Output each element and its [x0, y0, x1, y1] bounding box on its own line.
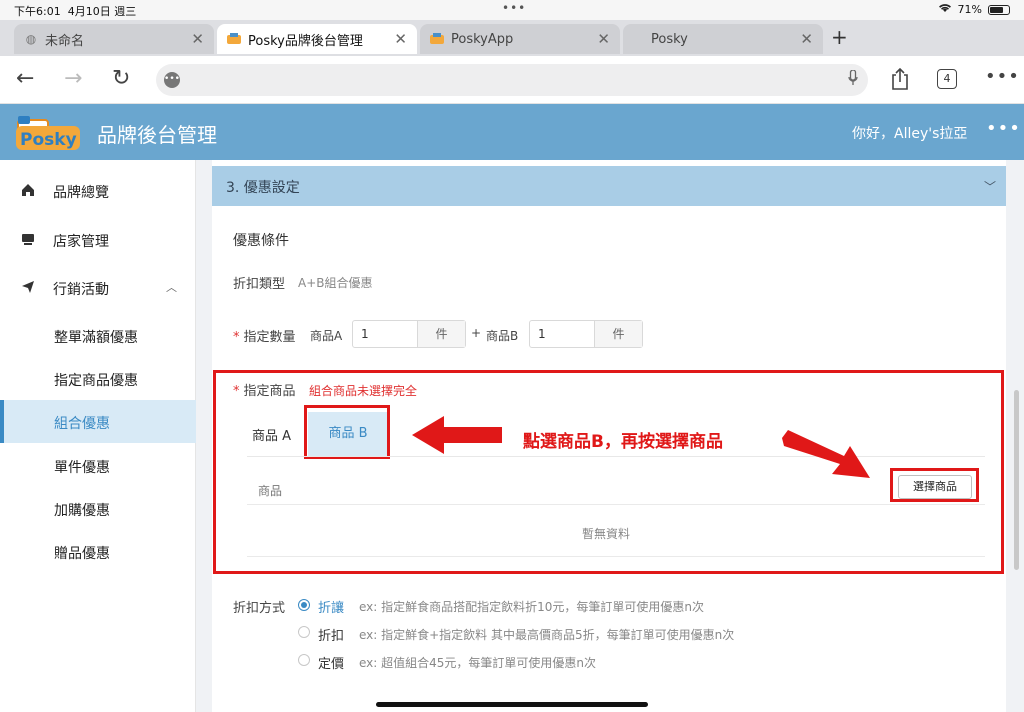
- qty-unit: 件: [594, 321, 642, 347]
- close-icon[interactable]: ✕: [394, 30, 407, 48]
- sidebar-sub-combo[interactable]: 組合優惠: [0, 400, 196, 443]
- sidebar-item-label: 加購優惠: [54, 503, 110, 519]
- plus-sign: +: [471, 326, 482, 340]
- app-title: 品牌後台管理: [97, 123, 217, 147]
- section-header-discount-settings[interactable]: 3. 優惠設定 ﹀: [212, 166, 1006, 206]
- method-option-desc: ex: 指定鮮食商品搭配指定飲料折10元，每筆訂單可使用優惠n次: [359, 600, 705, 614]
- browser-tab-posky[interactable]: Posky ✕: [623, 24, 823, 54]
- back-arrow-icon[interactable]: ←: [16, 66, 34, 91]
- main-content: 3. 優惠設定 ﹀ 優惠條件 折扣類型 A+B組合優惠 * 指定數量 商品A 1 …: [212, 160, 1006, 712]
- annotation-arrow-left-icon: [412, 416, 502, 454]
- method-label: 折扣方式: [233, 601, 286, 616]
- qty-value[interactable]: 1: [530, 321, 594, 347]
- battery-fill: [990, 6, 1003, 13]
- sidebar-item-store-management[interactable]: 店家管理: [0, 219, 196, 263]
- sidebar: 品牌總覽 店家管理 行銷活動 ︿ 整單滿額優惠 指定商品優惠 組合優惠 單件優惠…: [0, 160, 196, 712]
- multitask-dots-icon[interactable]: •••: [502, 1, 526, 15]
- method-option-desc: ex: 指定鮮食+指定飲料 其中最高價商品5折，每筆訂單可使用優惠n次: [359, 628, 735, 642]
- sidebar-item-label: 行銷活動: [53, 282, 109, 298]
- sidebar-sub-add-on[interactable]: 加購優惠: [0, 487, 196, 530]
- item-a-qty-input[interactable]: 1 件: [352, 320, 466, 348]
- sidebar-item-label: 整單滿額優惠: [54, 330, 138, 346]
- sidebar-item-label: 店家管理: [53, 234, 109, 250]
- forward-arrow-icon[interactable]: →: [64, 66, 82, 91]
- more-options-icon[interactable]: •••: [985, 66, 1020, 87]
- home-icon: [20, 183, 36, 199]
- qty-label: * 指定數量: [233, 330, 296, 345]
- item-b-label: 商品B: [486, 329, 519, 343]
- battery-percent: 71%: [957, 3, 982, 16]
- browser-tab-poskyapp[interactable]: PoskyApp ✕: [420, 24, 620, 54]
- highlight-box-products: [213, 370, 1004, 574]
- address-bar: ← → ↻ ••• 4 •••: [0, 56, 1024, 104]
- sidebar-item-label: 單件優惠: [54, 460, 110, 476]
- url-field[interactable]: •••: [156, 64, 868, 96]
- page-scrollbar[interactable]: [1014, 390, 1019, 570]
- sidebar-sub-order-threshold[interactable]: 整單滿額優惠: [0, 314, 196, 357]
- microphone-icon[interactable]: [848, 69, 858, 90]
- qty-unit: 件: [417, 321, 465, 347]
- status-time: 下午6:01 4月10日 週三: [14, 5, 137, 18]
- browser-tab-bar: ◍ 未命名 ✕ Posky品牌後台管理 ✕ PoskyApp ✕ Posky ✕: [0, 20, 1024, 56]
- tab-title: Posky: [651, 31, 688, 47]
- battery-icon: [988, 4, 1010, 15]
- sidebar-sub-single-item[interactable]: 單件優惠: [0, 444, 196, 487]
- close-icon[interactable]: ✕: [597, 30, 610, 48]
- method-option-label[interactable]: 折讓: [318, 597, 344, 616]
- reload-icon[interactable]: ↻: [112, 66, 130, 91]
- site-settings-icon[interactable]: •••: [164, 72, 180, 88]
- posky-favicon-icon: [227, 32, 241, 46]
- sidebar-item-label: 品牌總覽: [53, 185, 109, 201]
- app-header: Posky 品牌後台管理 你好，Alley's拉亞 •••: [0, 104, 1024, 160]
- item-b-qty-input[interactable]: 1 件: [529, 320, 643, 348]
- method-option-desc: ex: 超值組合45元，每筆訂單可使用優惠n次: [359, 656, 597, 670]
- sidebar-sub-gift[interactable]: 贈品優惠: [0, 530, 196, 573]
- send-icon: [20, 280, 36, 296]
- tab-title: Posky品牌後台管理: [248, 33, 363, 49]
- item-a-label: 商品A: [310, 329, 343, 343]
- section-title: 3. 優惠設定: [226, 180, 300, 196]
- tab-title: PoskyApp: [451, 31, 514, 47]
- browser-tab-posky-admin[interactable]: Posky品牌後台管理 ✕: [217, 24, 417, 54]
- sidebar-item-brand-overview[interactable]: 品牌總覽: [0, 170, 196, 214]
- chevron-up-icon[interactable]: ︿: [166, 279, 177, 295]
- posky-favicon-icon: [430, 32, 444, 46]
- sidebar-item-marketing[interactable]: 行銷活動 ︿: [0, 267, 196, 311]
- status-bar: 下午6:01 4月10日 週三 ••• 71%: [0, 0, 1024, 20]
- method-option-label[interactable]: 定價: [318, 653, 344, 672]
- browser-tab-untitled[interactable]: ◍ 未命名 ✕: [14, 24, 214, 54]
- discount-type-label: 折扣類型: [233, 277, 286, 292]
- annotation-arrow-down-right-icon: [782, 430, 870, 478]
- chevron-down-icon[interactable]: ﹀: [984, 178, 996, 195]
- tab-title: 未命名: [45, 33, 85, 49]
- annotation-text: 點選商品B，再按選擇商品: [523, 432, 723, 452]
- home-indicator[interactable]: [376, 702, 648, 707]
- radio-method-allowance[interactable]: [298, 599, 310, 611]
- status-right: 71%: [938, 3, 1010, 16]
- close-icon[interactable]: ✕: [800, 30, 813, 48]
- user-greeting[interactable]: 你好，Alley's拉亞: [852, 123, 967, 143]
- condition-title: 優惠條件: [233, 233, 289, 249]
- method-option-label[interactable]: 折扣: [318, 625, 344, 644]
- svg-text:Posky: Posky: [20, 130, 77, 150]
- qty-value[interactable]: 1: [353, 321, 417, 347]
- new-tab-plus-icon[interactable]: +: [831, 25, 848, 49]
- wifi-icon: [938, 3, 952, 16]
- sidebar-sub-specific-product[interactable]: 指定商品優惠: [0, 357, 196, 400]
- radio-method-fixed-price[interactable]: [298, 654, 310, 666]
- posky-logo: Posky: [16, 116, 80, 150]
- header-more-icon[interactable]: •••: [986, 118, 1021, 139]
- globe-icon: ◍: [25, 32, 37, 46]
- share-icon[interactable]: [890, 67, 910, 96]
- discount-type-value: A+B組合優惠: [298, 276, 373, 290]
- store-icon: [20, 232, 36, 248]
- tab-count-button[interactable]: 4: [937, 69, 957, 89]
- sidebar-item-label: 指定商品優惠: [54, 373, 138, 389]
- close-icon[interactable]: ✕: [191, 30, 204, 48]
- sidebar-item-label: 組合優惠: [54, 416, 110, 432]
- radio-method-percent[interactable]: [298, 626, 310, 638]
- sidebar-item-label: 贈品優惠: [54, 546, 110, 562]
